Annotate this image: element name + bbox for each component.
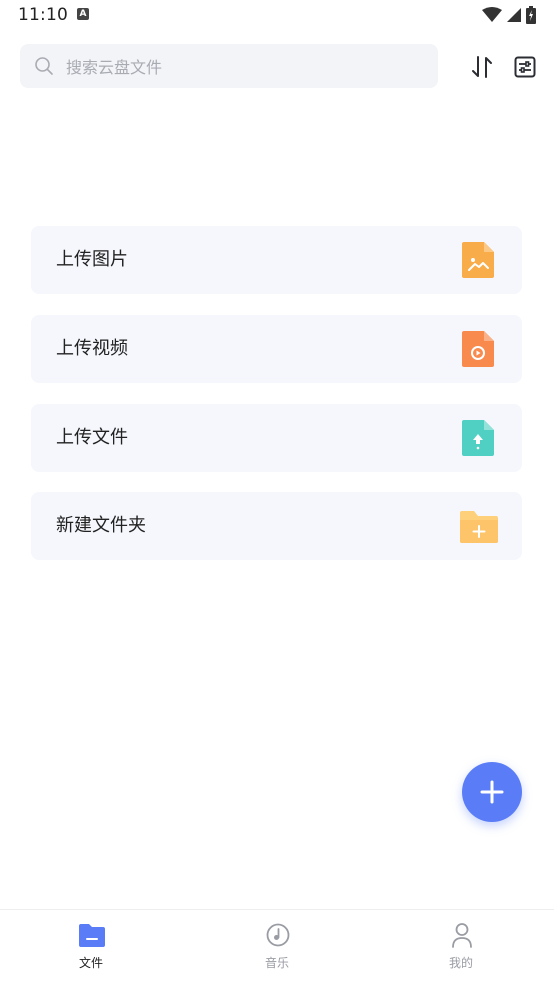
- upload-image-card[interactable]: 上传图片: [31, 226, 522, 294]
- user-icon: [449, 922, 475, 948]
- card-label: 上传视频: [56, 338, 128, 359]
- search-input[interactable]: [64, 44, 428, 90]
- new-folder-card[interactable]: 新建文件夹: [31, 492, 522, 560]
- filter-settings-icon: [514, 56, 536, 78]
- video-file-icon: [460, 331, 496, 367]
- add-fab-button[interactable]: [462, 762, 522, 822]
- nav-item-files[interactable]: 文件: [31, 910, 151, 985]
- status-bar: 11:10 A: [0, 0, 554, 30]
- battery-icon: [526, 6, 536, 24]
- nav-label: 我的: [448, 956, 473, 970]
- new-folder-icon: [459, 508, 499, 544]
- nav-label: 文件: [78, 956, 103, 970]
- nav-item-profile[interactable]: 我的: [401, 910, 521, 985]
- upload-file-card[interactable]: 上传文件: [31, 404, 522, 472]
- card-label: 上传图片: [56, 249, 128, 270]
- image-file-icon: [460, 242, 496, 278]
- search-icon: [35, 57, 53, 75]
- sort-button[interactable]: [466, 52, 498, 82]
- status-indicators: [482, 6, 536, 24]
- notification-icon: A: [77, 8, 89, 20]
- search-bar[interactable]: [20, 44, 438, 90]
- card-label: 新建文件夹: [56, 515, 146, 536]
- bottom-nav: 文件 音乐 我的: [0, 909, 554, 985]
- folder-icon: [79, 922, 105, 948]
- upload-file-icon: [460, 420, 496, 456]
- nav-label: 音乐: [264, 956, 289, 970]
- plus-icon: [480, 780, 504, 804]
- filter-button[interactable]: [509, 52, 541, 82]
- card-label: 上传文件: [56, 427, 128, 448]
- upload-video-card[interactable]: 上传视频: [31, 315, 522, 383]
- sort-icon: [472, 56, 492, 78]
- music-disc-icon: [265, 922, 291, 948]
- signal-icon: [507, 8, 521, 22]
- status-time: 11:10: [18, 5, 68, 25]
- wifi-icon: [482, 7, 502, 22]
- nav-item-music[interactable]: 音乐: [217, 910, 337, 985]
